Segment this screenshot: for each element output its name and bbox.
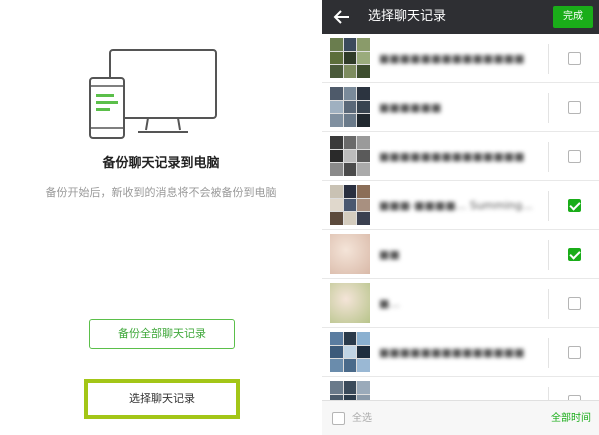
select-chats-panel: 选择聊天记录 完成 ■■■■■■■■■■■■■■ ■■■■■■ ■■■■■■■■■■…: [322, 0, 599, 435]
chat-checkbox[interactable]: [568, 150, 581, 163]
row-divider: [548, 387, 549, 400]
chat-avatar: [330, 38, 370, 78]
chat-row[interactable]: ■■: [322, 230, 599, 279]
bottom-bar: 全选 全部时间: [322, 400, 599, 435]
row-divider: [548, 93, 549, 123]
chat-name: ■■■-■■■■... Summing...: [379, 199, 533, 212]
select-all-checkbox[interactable]: [332, 412, 345, 425]
page-title: 选择聊天记录: [368, 9, 447, 24]
chat-row[interactable]: ■■■■■■■■■■■■■■: [322, 132, 599, 181]
backup-subtitle: 备份开始后，新收到的消息将不会被备份到电脑: [45, 186, 277, 199]
chat-list: ■■■■■■■■■■■■■■ ■■■■■■ ■■■■■■■■■■■■■■ ■■■-■■…: [322, 34, 599, 400]
select-chats-highlight: 选择聊天记录: [84, 379, 240, 419]
chat-checkbox[interactable]: [568, 52, 581, 65]
phone-to-computer-icon: [88, 48, 218, 140]
chat-checkbox-checked[interactable]: [568, 199, 581, 212]
chat-avatar: [330, 283, 370, 323]
back-arrow-icon[interactable]: [332, 7, 352, 27]
chat-name: ■...: [379, 297, 400, 310]
select-chats-button[interactable]: 选择聊天记录: [92, 387, 232, 411]
chat-checkbox[interactable]: [568, 101, 581, 114]
backup-title: 备份聊天记录到电脑: [102, 156, 220, 171]
select-all-label[interactable]: 全选: [352, 401, 372, 435]
chat-avatar: [330, 234, 370, 274]
chat-checkbox[interactable]: [568, 346, 581, 359]
chat-name: ■■■■■■■■■■■■■■: [379, 150, 525, 163]
time-filter-link[interactable]: 全部时间: [551, 401, 591, 435]
chat-name: ■■: [379, 248, 400, 261]
chat-checkbox[interactable]: [568, 297, 581, 310]
row-divider: [548, 191, 549, 221]
backup-all-chats-button[interactable]: 备份全部聊天记录: [89, 319, 235, 349]
chat-checkbox-checked[interactable]: [568, 248, 581, 261]
chat-avatar: [330, 332, 370, 372]
chat-avatar: [330, 185, 370, 225]
backup-intro-panel: 备份聊天记录到电脑 备份开始后，新收到的消息将不会被备份到电脑 备份全部聊天记录…: [0, 0, 322, 435]
chat-avatar: [330, 136, 370, 176]
chat-row[interactable]: ■■■■■■■■■■■■■■: [322, 328, 599, 377]
row-divider: [548, 240, 549, 270]
chat-name: ■■■■■■■■■■■■■■: [379, 52, 525, 65]
chat-row[interactable]: ■■■■■■: [322, 83, 599, 132]
done-button[interactable]: 完成: [553, 6, 593, 28]
chat-name: ■■■■■■: [379, 101, 442, 114]
chat-row[interactable]: [322, 377, 599, 400]
row-divider: [548, 142, 549, 172]
row-divider: [548, 289, 549, 319]
chat-avatar: [330, 87, 370, 127]
chat-name: ■■■■■■■■■■■■■■: [379, 346, 525, 359]
screenshot-root: 备份聊天记录到电脑 备份开始后，新收到的消息将不会被备份到电脑 备份全部聊天记录…: [0, 0, 599, 435]
row-divider: [548, 338, 549, 368]
row-divider: [548, 44, 549, 74]
top-bar: 选择聊天记录 完成: [322, 0, 599, 34]
chat-row[interactable]: ■■■-■■■■... Summing...: [322, 181, 599, 230]
chat-avatar: [330, 381, 370, 400]
chat-row[interactable]: ■...: [322, 279, 599, 328]
chat-row[interactable]: ■■■■■■■■■■■■■■: [322, 34, 599, 83]
